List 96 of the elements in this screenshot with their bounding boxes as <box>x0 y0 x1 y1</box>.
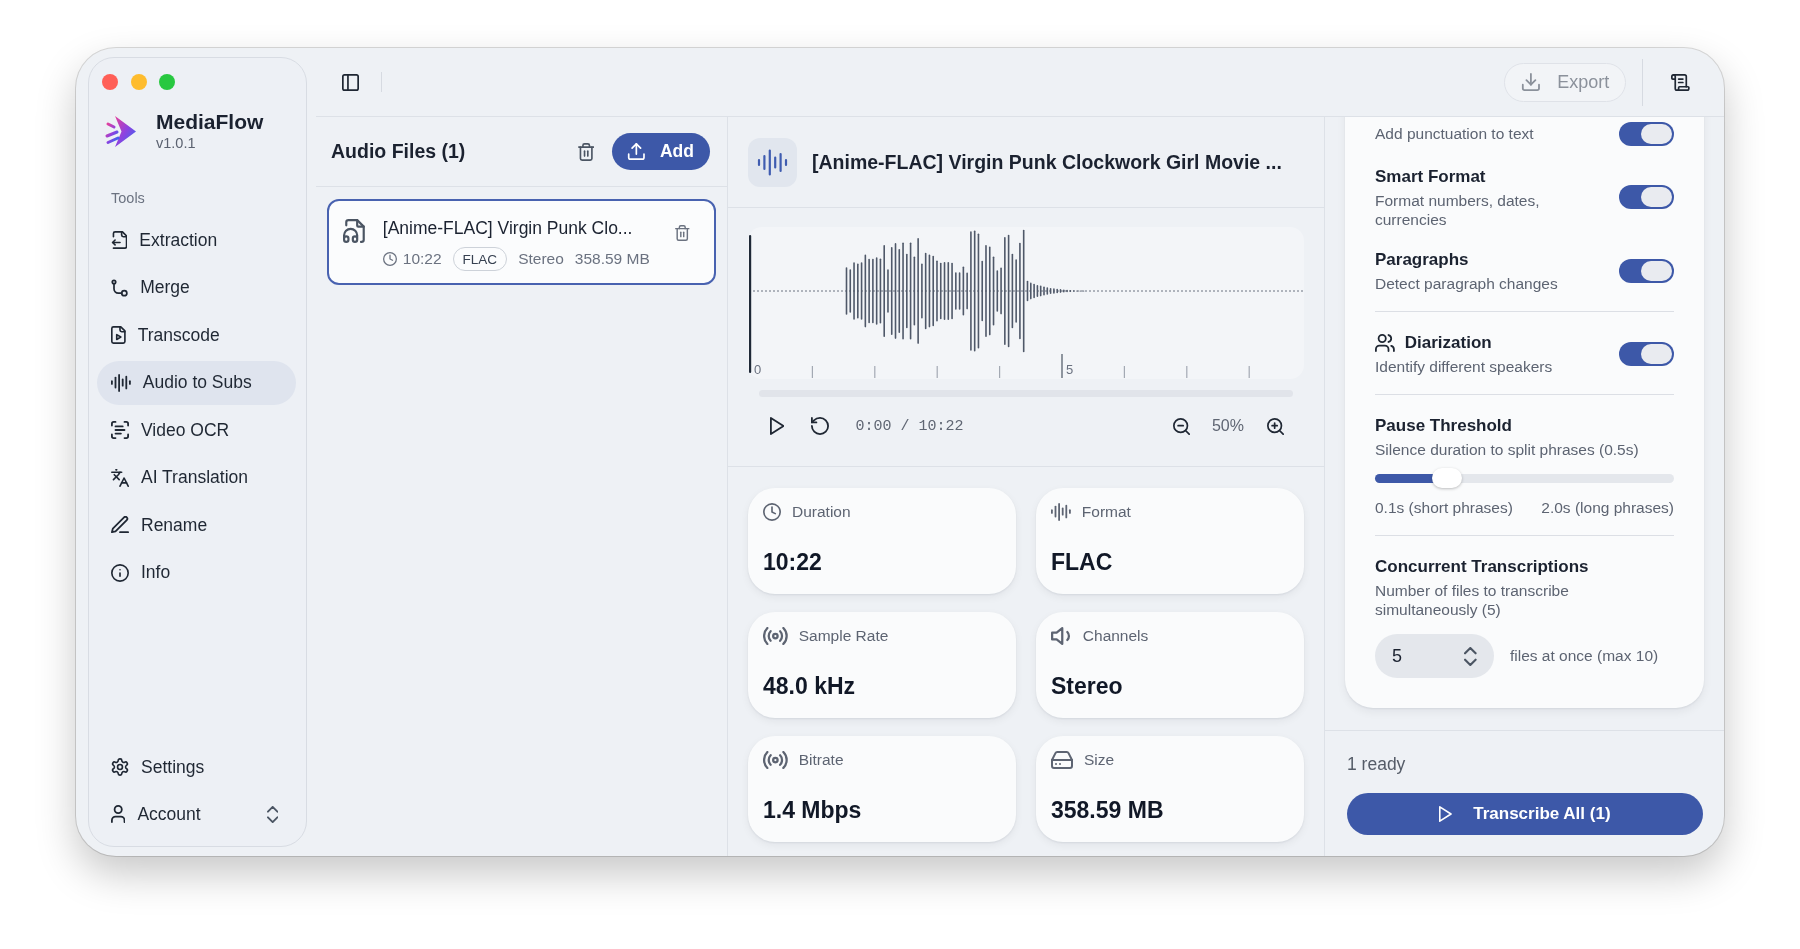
toggle-switch[interactable] <box>1619 341 1674 366</box>
add-button[interactable]: Add <box>612 133 710 170</box>
tick-label: 5 <box>1066 362 1074 377</box>
file-headphones-icon <box>343 219 365 243</box>
file-size: 358.59 MB <box>574 250 650 268</box>
users-icon <box>1375 333 1395 352</box>
stat-value: Stereo <box>1051 672 1124 700</box>
playback-time: 0:00 / 10:22 <box>855 417 964 435</box>
download-icon <box>1521 73 1542 91</box>
file-duration: 10:22 <box>402 250 442 268</box>
replay-icon[interactable] <box>811 417 830 435</box>
sidebar-item[interactable]: Info <box>97 550 296 595</box>
stat-label: Size <box>1084 751 1115 769</box>
stat-value: 10:22 <box>763 548 823 576</box>
slider-thumb[interactable] <box>1431 468 1462 488</box>
pen-icon <box>111 516 129 534</box>
sidebar-toggle-icon[interactable] <box>342 73 359 91</box>
setting-description: Add punctuation to text <box>1375 124 1535 143</box>
waveform-icon <box>1051 503 1071 521</box>
setting-title: Paragraphs <box>1375 248 1469 271</box>
setting-description: Silence duration to split phrases (0.5s) <box>1375 439 1640 459</box>
playhead-marker[interactable] <box>749 235 752 373</box>
section-label: Tools <box>110 189 146 208</box>
toggle-switch[interactable] <box>1619 185 1674 209</box>
app-version: v1.0.1 <box>156 134 197 153</box>
upload-icon <box>627 143 646 160</box>
zoom-out-icon[interactable] <box>1172 417 1190 435</box>
broadcast-icon <box>763 627 788 645</box>
clock-icon <box>763 503 781 521</box>
setting-title: Concurrent Transcriptions <box>1375 555 1590 578</box>
branch-icon <box>111 278 129 297</box>
sidebar-item[interactable]: Audio to Subs <box>97 360 296 405</box>
stat-label: Channels <box>1082 627 1149 645</box>
waveform-icon <box>748 137 797 187</box>
sidebar-item[interactable]: Video OCR <box>97 408 296 452</box>
file-play-icon <box>111 326 126 344</box>
speaker-icon <box>1051 627 1072 645</box>
scan-text-icon <box>111 421 129 439</box>
setting-description: Format numbers, dates, currencies <box>1375 190 1541 229</box>
zoom-in-icon[interactable] <box>1267 417 1284 435</box>
sidebar-item[interactable]: Merge <box>97 265 296 310</box>
clock-icon <box>382 252 397 266</box>
chevrons-up-down-icon <box>266 805 278 823</box>
hard-drive-icon <box>1051 751 1073 769</box>
logo-icon <box>105 115 137 148</box>
setting-description: Number of files to transcribe simultaneously (5) <box>1375 580 1570 619</box>
close-window-button[interactable] <box>102 74 118 90</box>
sidebar-item[interactable]: Rename <box>97 503 296 547</box>
tick-label: 0 <box>754 362 762 377</box>
info-icon <box>111 563 129 582</box>
stat-value: 1.4 Mbps <box>763 796 863 824</box>
stepper-icon[interactable] <box>1464 646 1477 666</box>
setting-title: Pause Threshold <box>1375 414 1513 437</box>
file-name: [Anime-FLAC] Virgin Punk Clo... <box>382 217 634 239</box>
setting-description: Identify different speakers <box>1375 356 1554 376</box>
stat-value: 358.59 MB <box>1051 796 1165 824</box>
setting-title: Diarization <box>1404 331 1492 354</box>
app-name: MediaFlow <box>156 110 264 134</box>
stat-value: 48.0 kHz <box>763 672 857 700</box>
waveform-icon <box>111 373 131 392</box>
scroll-icon[interactable] <box>1671 73 1690 91</box>
file-title: [Anime-FLAC] Virgin Punk Clockwork Girl Movie ... <box>812 150 1282 174</box>
settings-icon <box>111 758 129 776</box>
setting-description: Detect paragraph changes <box>1375 273 1559 293</box>
translate-icon <box>111 468 129 487</box>
panel-title: Audio Files (1) <box>331 140 466 163</box>
sidebar-item[interactable]: Account <box>97 792 296 836</box>
sidebar-item[interactable]: Extraction <box>97 218 296 262</box>
file-list-item[interactable]: [Anime-FLAC] Virgin Punk Clo... 10:22 FLAC Stereo 358.59 MB <box>327 199 716 285</box>
number-field[interactable]: 5 <box>1375 634 1494 678</box>
slider-max-label: 2.0s (long phrases) <box>1541 497 1674 517</box>
stat-label: Sample Rate <box>798 627 889 645</box>
sidebar-item[interactable]: Settings <box>97 745 296 789</box>
transcribe-all-button[interactable]: Transcribe All (1) <box>1347 793 1703 835</box>
sidebar-item[interactable]: Transcode <box>97 313 296 357</box>
slider-min-label: 0.1s (short phrases) <box>1375 497 1513 517</box>
stat-label: Format <box>1081 503 1131 521</box>
zoom-level: 50% <box>1211 417 1244 435</box>
play-icon[interactable] <box>770 417 785 435</box>
file-channels: Stereo <box>518 250 564 268</box>
trash-icon[interactable] <box>675 225 690 241</box>
file-arrow-icon <box>111 231 128 249</box>
stat-label: Duration <box>792 503 851 521</box>
stat-value: FLAC <box>1051 548 1114 576</box>
broadcast-icon <box>763 751 788 769</box>
trash-icon[interactable] <box>577 142 595 161</box>
toggle-switch[interactable] <box>1619 121 1674 146</box>
slider-track[interactable] <box>1375 468 1674 488</box>
toggle-switch[interactable] <box>1619 258 1674 283</box>
stat-label: Bitrate <box>798 751 844 769</box>
status-text: 1 ready <box>1347 753 1407 775</box>
setting-title: Smart Format <box>1375 165 1486 188</box>
field-suffix: files at once (max 10) <box>1510 647 1659 665</box>
user-icon <box>111 805 126 823</box>
sidebar-item[interactable]: AI Translation <box>97 455 296 500</box>
play-icon <box>1439 806 1453 822</box>
